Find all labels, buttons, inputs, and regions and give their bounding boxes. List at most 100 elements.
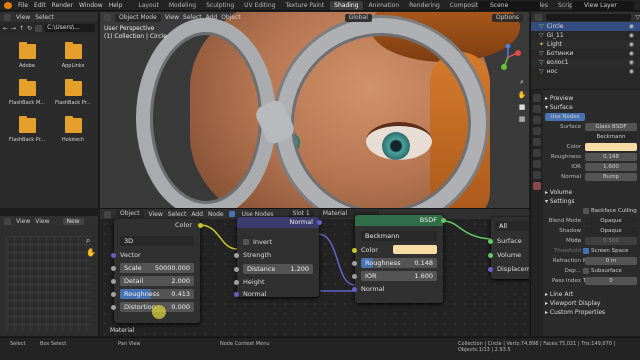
object-tab-icon[interactable] xyxy=(533,149,541,157)
ie-menu-view[interactable]: View xyxy=(16,218,30,225)
filter-icon[interactable]: ▽ xyxy=(635,14,640,21)
noise-color-output-socket[interactable] xyxy=(198,223,203,228)
path-input[interactable]: C:\Users\... xyxy=(45,24,95,32)
glass-bsdf-node[interactable]: BSDF Beckmann Color Roughness 0.148 IOR 1.… xyxy=(352,215,446,303)
editor-type-icon[interactable] xyxy=(4,217,11,225)
screen-space-checkbox[interactable] xyxy=(583,247,589,254)
parent-folder-icon[interactable]: ↑ xyxy=(19,25,24,32)
vp-menu-select[interactable]: Select xyxy=(183,14,202,21)
bsdf-roughness-socket[interactable] xyxy=(352,261,357,266)
visibility-eye-icon[interactable]: ◉ xyxy=(629,32,634,39)
custom-properties-section[interactable]: ▸ Custom Properties xyxy=(545,308,639,317)
volume-section[interactable]: ▸ Volume xyxy=(545,188,639,197)
outliner-item[interactable]: ▽ нос ◉ xyxy=(531,67,640,76)
view-layer-selector[interactable]: View Layer xyxy=(572,1,634,10)
noise-dimension-dropdown[interactable]: 3D xyxy=(120,236,194,246)
bsdf-roughness-field[interactable]: Roughness 0.148 xyxy=(361,258,437,268)
outliner-search-input[interactable] xyxy=(546,13,632,21)
outliner-item[interactable]: ▽ Circle ◉ xyxy=(531,22,640,31)
back-arrow-icon[interactable]: ← xyxy=(3,25,8,32)
tool-tab-icon[interactable] xyxy=(533,94,541,102)
color-swatch[interactable] xyxy=(393,245,437,254)
use-nodes-button[interactable]: Use Nodes xyxy=(545,113,585,121)
displacement-socket[interactable] xyxy=(488,267,493,272)
normal-input-socket[interactable] xyxy=(234,292,239,297)
navigation-gizmo-icon[interactable] xyxy=(495,44,521,70)
subsurface-checkbox[interactable] xyxy=(583,267,589,274)
forward-arrow-icon[interactable]: → xyxy=(11,25,16,32)
ior-field[interactable]: IOR 1.600 xyxy=(361,271,437,281)
tab-uv-editing[interactable]: UV Editing xyxy=(240,1,279,10)
new-folder-icon[interactable] xyxy=(35,24,43,32)
noise-roughness-field[interactable]: Roughness 0.413 xyxy=(120,289,194,299)
outliner-item[interactable]: ▽ GI_11 ◉ xyxy=(531,31,640,40)
options-dropdown[interactable]: Options xyxy=(491,13,523,22)
scale-field[interactable]: Scale 50000.000 xyxy=(120,263,194,273)
tab-layout[interactable]: Layout xyxy=(134,1,162,10)
detail-field[interactable]: Detail 2.000 xyxy=(120,276,194,286)
image-editor-canvas[interactable] xyxy=(6,236,92,331)
mode-dropdown[interactable]: Object Mode xyxy=(115,13,161,22)
line-art-section[interactable]: ▸ Line Art xyxy=(545,290,639,299)
scene-selector[interactable]: Scene xyxy=(478,1,540,10)
normal-prop-field[interactable]: Bump xyxy=(585,173,637,181)
distribution-dropdown[interactable]: Beckmann xyxy=(361,231,437,241)
roughness-prop-field[interactable]: 0.148 xyxy=(585,153,637,161)
grid-icon[interactable]: ▦ xyxy=(519,115,526,123)
bump-node[interactable]: Normal Invert Strength Distance 1.200 Hei… xyxy=(234,217,322,298)
detail-socket[interactable] xyxy=(111,279,116,284)
distortion-socket[interactable] xyxy=(111,305,116,310)
world-tab-icon[interactable] xyxy=(533,138,541,146)
distribution-field[interactable]: Beckmann xyxy=(585,133,637,141)
transform-orientation-dropdown[interactable]: Global xyxy=(344,13,372,22)
invert-checkbox[interactable] xyxy=(243,239,249,245)
surface-section[interactable]: ▾ Surface xyxy=(545,103,639,112)
tab-sculpting[interactable]: Sculpting xyxy=(202,1,238,10)
tab-texture-paint[interactable]: Texture Paint xyxy=(281,1,328,10)
blend-mode-dropdown[interactable]: Opaque xyxy=(585,217,637,225)
visibility-eye-icon[interactable]: ◉ xyxy=(629,41,634,48)
modifier-tab-icon[interactable] xyxy=(533,160,541,168)
folder-item[interactable]: Holotech xyxy=(50,116,96,143)
zoom-icon[interactable]: ⌕ xyxy=(86,236,90,246)
distance-field[interactable]: Distance 1.200 xyxy=(243,264,313,274)
tab-modeling[interactable]: Modeling xyxy=(165,1,200,10)
3d-viewport[interactable]: Object Mode View Select Add Object Globa… xyxy=(100,12,529,208)
backface-culling-row[interactable]: Backface Culling xyxy=(545,206,639,216)
hand-icon[interactable]: ✋ xyxy=(518,91,527,99)
zoom-icon[interactable]: ⌕ xyxy=(520,78,524,87)
tab-rendering[interactable]: Rendering xyxy=(405,1,444,10)
volume-socket[interactable] xyxy=(488,253,493,258)
visibility-eye-icon[interactable]: ◉ xyxy=(629,68,634,75)
distance-socket[interactable] xyxy=(234,267,239,272)
menu-render[interactable]: Render xyxy=(52,2,73,9)
bsdf-normal-socket[interactable] xyxy=(352,287,357,292)
pass-index-field[interactable]: 0 xyxy=(585,277,637,285)
clip-threshold-field[interactable]: 0.500 xyxy=(585,237,637,245)
material-tab-icon[interactable] xyxy=(533,182,541,190)
ior-socket[interactable] xyxy=(352,274,357,279)
surface-shader-field[interactable]: Glass BSDF xyxy=(585,123,637,131)
menu-help[interactable]: Help xyxy=(109,2,123,9)
bump-normal-output-socket[interactable] xyxy=(317,220,322,225)
editor-type-icon[interactable] xyxy=(4,13,11,21)
visibility-eye-icon[interactable]: ◉ xyxy=(629,50,634,57)
strength-socket[interactable] xyxy=(234,253,239,258)
render-tab-icon[interactable] xyxy=(533,105,541,113)
output-tab-icon[interactable] xyxy=(533,116,541,124)
menu-window[interactable]: Window xyxy=(79,2,103,9)
shader-node-editor[interactable]: Object View Select Add Node Use Nodes Sl… xyxy=(100,208,529,336)
backface-checkbox[interactable] xyxy=(583,207,589,214)
settings-section[interactable]: ▾ Settings xyxy=(545,197,639,206)
height-socket[interactable] xyxy=(234,280,239,285)
refresh-icon[interactable]: ↻ xyxy=(27,25,32,32)
tab-shading[interactable]: Shading xyxy=(330,0,363,10)
fb-menu-view[interactable]: View xyxy=(16,14,30,21)
fb-menu-select[interactable]: Select xyxy=(35,14,54,21)
outliner-item[interactable]: ✦ Light ◉ xyxy=(531,40,640,49)
visibility-eye-icon[interactable]: ◉ xyxy=(629,23,634,30)
menu-edit[interactable]: Edit xyxy=(34,2,46,9)
outliner-item[interactable]: ▽ волос1 ◉ xyxy=(531,58,640,67)
folder-item[interactable]: FlashBack Pr... xyxy=(4,116,50,143)
folder-item[interactable]: FlashBack M... xyxy=(4,79,50,106)
